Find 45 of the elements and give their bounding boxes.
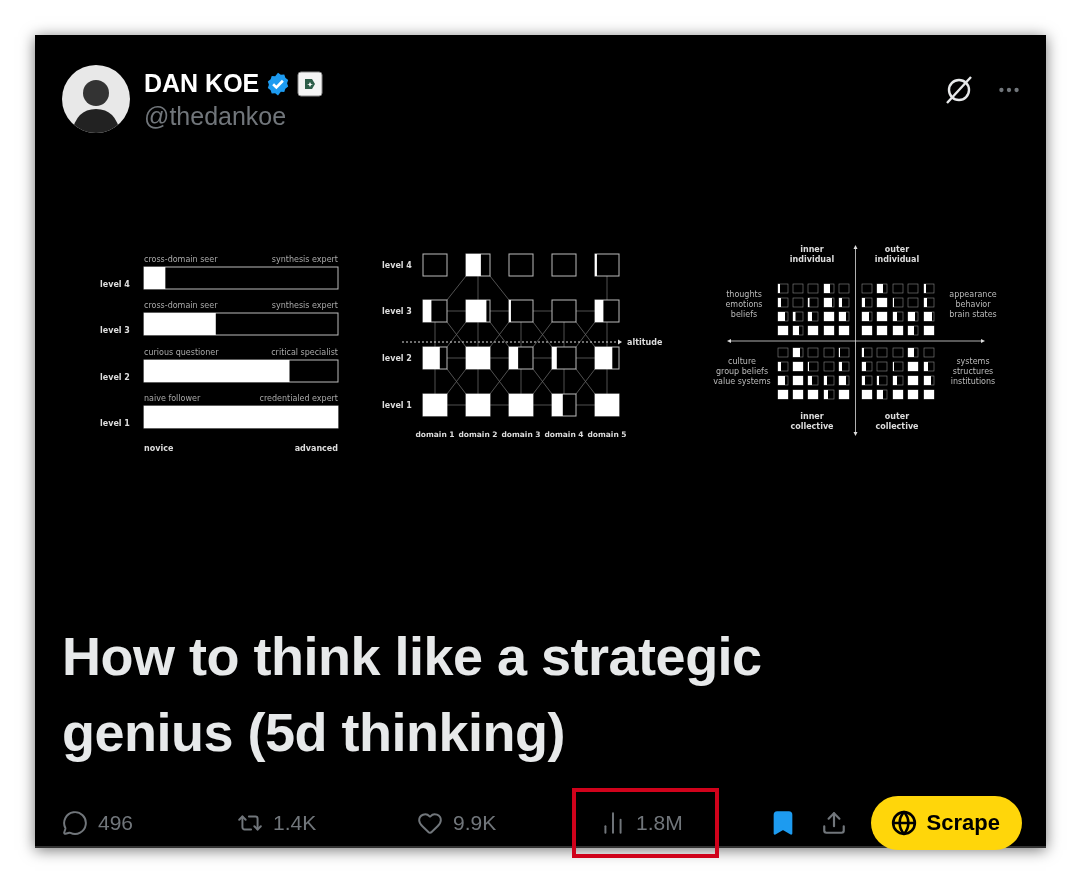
share-icon[interactable]: [820, 810, 847, 836]
quadrant-title: inner collective: [790, 412, 834, 431]
views-stat[interactable]: 1.8M: [572, 788, 719, 858]
axis-label: altitude: [627, 338, 663, 347]
stat-count: 1.8M: [636, 811, 683, 835]
axis-label: advanced: [294, 444, 338, 453]
article-title: How to think like a strategic genius (5d thinking): [62, 625, 763, 764]
diagram-label: curious questioner: [144, 348, 219, 357]
scrape-button[interactable]: Scrape: [870, 796, 1022, 850]
diagram-label: cross-domain seer: [144, 301, 218, 310]
comment-icon: [62, 810, 88, 836]
quadrant-items: thoughts emotions beliefs: [725, 290, 763, 319]
level-label: level 2: [100, 373, 130, 382]
diagram-label: critical specialist: [271, 348, 338, 357]
reposts-stat[interactable]: 1.4K: [237, 810, 417, 836]
heart-icon: [417, 810, 443, 836]
diagram-label: naive follower: [144, 394, 201, 403]
level-label: level 3: [100, 326, 130, 335]
stat-count: 496: [98, 811, 134, 835]
level-label: level 4: [382, 261, 412, 270]
diagram-label: credentialed expert: [259, 394, 338, 403]
diagram-label: cross-domain seer: [144, 255, 218, 264]
replies-stat[interactable]: 496: [62, 810, 237, 836]
slashed-circle-icon[interactable]: [944, 75, 974, 105]
level-label: level 4: [100, 280, 130, 289]
likes-stat[interactable]: 9.9K: [417, 810, 572, 836]
level-label: level 1: [382, 401, 412, 410]
stat-count: 9.9K: [453, 811, 497, 835]
quadrant-items: culture group beliefs value systems: [713, 357, 771, 386]
affiliate-badge-icon: [297, 70, 324, 97]
quadrant-title: inner individual: [789, 245, 835, 264]
level-label: level 2: [382, 354, 412, 363]
quadrant-items: appearance behavior brain states: [949, 290, 997, 319]
level-label: level 3: [382, 307, 412, 316]
diagram-label: synthesis expert: [271, 255, 338, 264]
stat-count: 1.4K: [273, 811, 317, 835]
level-label: level 1: [100, 419, 130, 428]
axis-label: novice: [144, 444, 174, 453]
quadrant-title: outer individual: [874, 245, 920, 264]
diagram-label: synthesis expert: [271, 301, 338, 310]
author-handle: @thedankoe: [144, 102, 288, 131]
quadrant-items: systems structures institutions: [950, 357, 996, 386]
quadrant-title: outer collective: [875, 412, 919, 431]
author-name: DAN KOE: [144, 69, 260, 98]
globe-icon: [890, 810, 917, 836]
